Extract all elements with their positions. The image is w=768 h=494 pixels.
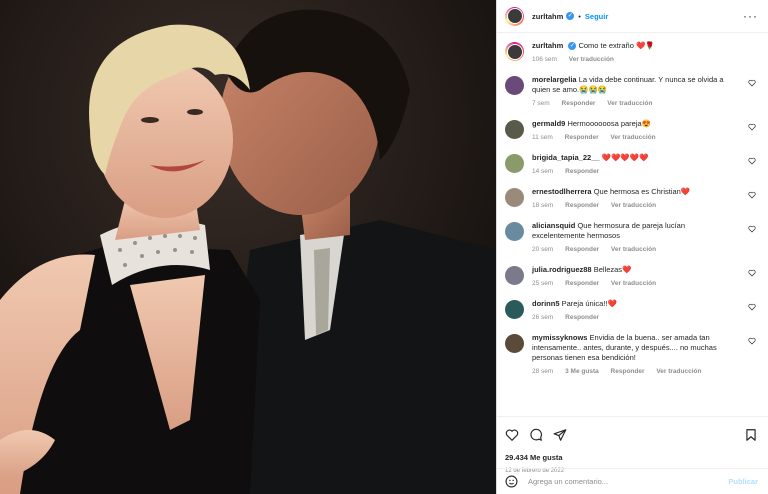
reply-button[interactable]: Responder — [565, 168, 599, 175]
comment-row: brigida_tapia_22__ ❤️❤️❤️❤️❤️ 14 sem Res… — [505, 153, 758, 177]
commenter-avatar[interactable] — [505, 76, 524, 95]
author-username[interactable]: zurltahm — [532, 12, 563, 21]
comment-row: dorinn5 Pareja única!!❤️ 26 sem Responde… — [505, 299, 758, 323]
comment-row: ernestodlherrera Que hermosa es Christia… — [505, 187, 758, 211]
comment-text: ❤️❤️❤️❤️❤️ — [601, 153, 649, 162]
translate-link[interactable]: Ver traducción — [611, 202, 656, 209]
more-options-icon[interactable]: ··· — [743, 9, 758, 23]
comment-like-heart-icon[interactable] — [748, 303, 756, 311]
reply-button[interactable]: Responder — [565, 202, 599, 209]
comment-time[interactable]: 25 sem — [532, 280, 553, 287]
comment-like-heart-icon[interactable] — [748, 225, 756, 233]
comment-text: Bellezas❤️ — [593, 265, 632, 274]
comment-time[interactable]: 28 sem — [532, 368, 553, 375]
emoji-icon[interactable] — [505, 475, 518, 488]
caption-time[interactable]: 106 sem — [532, 56, 557, 63]
commenter-avatar[interactable] — [505, 300, 524, 319]
post-side-panel: zurltahm ✓ • Seguir ··· zurltahm ✓ Como … — [496, 0, 768, 494]
comment-time[interactable]: 20 sem — [532, 246, 553, 253]
translate-link[interactable]: Ver traducción — [656, 368, 701, 375]
caption-emoji: ❤️🌹 — [636, 41, 655, 50]
commenter-username[interactable]: morelargelia — [532, 75, 577, 84]
share-paper-plane-icon[interactable] — [553, 428, 567, 442]
comment-row: germald9 Hermoooooosa pareja😍 11 sem Res… — [505, 119, 758, 143]
comment-likes[interactable]: 3 Me gusta — [565, 368, 599, 375]
like-heart-icon[interactable] — [505, 428, 519, 442]
commenter-username[interactable]: dorinn5 — [532, 299, 560, 308]
verified-badge-icon: ✓ — [568, 42, 577, 51]
comment-row: julia.rodriguez88 Bellezas❤️ 25 sem Resp… — [505, 265, 758, 289]
reply-button[interactable]: Responder — [565, 280, 599, 287]
commenter-avatar[interactable] — [505, 266, 524, 285]
commenter-avatar[interactable] — [505, 188, 524, 207]
caption-username[interactable]: zurltahm — [532, 41, 563, 50]
comment-like-heart-icon[interactable] — [748, 337, 756, 345]
caption-text: Como te extraño — [578, 41, 634, 50]
translate-link[interactable]: Ver traducción — [611, 246, 656, 253]
comment-time[interactable]: 7 sem — [532, 100, 550, 107]
comment-text: Hermoooooosa pareja😍 — [567, 119, 652, 128]
add-comment-bar: Publicar — [497, 468, 768, 494]
publish-button[interactable]: Publicar — [728, 477, 758, 486]
save-bookmark-icon[interactable] — [744, 428, 758, 442]
caption: zurltahm ✓ Como te extraño ❤️🌹 106 sem V… — [505, 41, 758, 65]
comment-like-heart-icon[interactable] — [748, 79, 756, 87]
comment-time[interactable]: 14 sem — [532, 168, 553, 175]
translate-link[interactable]: Ver traducción — [607, 100, 652, 107]
translate-link[interactable]: Ver traducción — [610, 134, 655, 141]
comment-time[interactable]: 11 sem — [532, 134, 553, 141]
comment-like-heart-icon[interactable] — [748, 191, 756, 199]
comment-row: mymissyknows Envidia de la buena.. ser a… — [505, 333, 758, 377]
follow-button[interactable]: Seguir — [585, 12, 608, 21]
post-header: zurltahm ✓ • Seguir ··· — [497, 0, 768, 33]
reply-button[interactable]: Responder — [565, 314, 599, 321]
comment-time[interactable]: 18 sem — [532, 202, 553, 209]
caption-translate-link[interactable]: Ver traducción — [569, 56, 614, 63]
commenter-username[interactable]: brigida_tapia_22__ — [532, 153, 600, 162]
photo-image — [0, 0, 496, 494]
comment-time[interactable]: 26 sem — [532, 314, 553, 321]
comments-list[interactable]: zurltahm ✓ Como te extraño ❤️🌹 106 sem V… — [497, 33, 768, 416]
post-photo[interactable] — [0, 0, 496, 494]
commenter-avatar[interactable] — [505, 222, 524, 241]
author-avatar[interactable] — [505, 6, 524, 26]
reply-button[interactable]: Responder — [611, 368, 645, 375]
separator-dot: • — [578, 11, 581, 21]
commenter-username[interactable]: aliciansquid — [532, 221, 575, 230]
reply-button[interactable]: Responder — [565, 134, 599, 141]
commenter-avatar[interactable] — [505, 120, 524, 139]
commenter-username[interactable]: julia.rodriguez88 — [532, 265, 592, 274]
comment-input[interactable] — [528, 477, 729, 486]
likes-count[interactable]: 29.434 Me gusta — [505, 453, 758, 462]
commenter-username[interactable]: germald9 — [532, 119, 565, 128]
caption-avatar[interactable] — [505, 42, 524, 61]
translate-link[interactable]: Ver traducción — [611, 280, 656, 287]
comment-text: Pareja única!!❤️ — [561, 299, 617, 308]
comment-row: aliciansquid Que hermosura de pareja luc… — [505, 221, 758, 255]
commenter-username[interactable]: mymissyknows — [532, 333, 587, 342]
comment-like-heart-icon[interactable] — [748, 269, 756, 277]
verified-badge-icon: ✓ — [566, 12, 575, 20]
comment-like-heart-icon[interactable] — [748, 157, 756, 165]
comment-bubble-icon[interactable] — [529, 428, 543, 442]
commenter-avatar[interactable] — [505, 334, 524, 353]
commenter-avatar[interactable] — [505, 154, 524, 173]
comment-text: Que hermosa es Christian❤️ — [593, 187, 691, 196]
commenter-username[interactable]: ernestodlherrera — [532, 187, 592, 196]
reply-button[interactable]: Responder — [562, 100, 596, 107]
comment-like-heart-icon[interactable] — [748, 123, 756, 131]
comment-row: morelargelia La vida debe continuar. Y n… — [505, 75, 758, 109]
reply-button[interactable]: Responder — [565, 246, 599, 253]
